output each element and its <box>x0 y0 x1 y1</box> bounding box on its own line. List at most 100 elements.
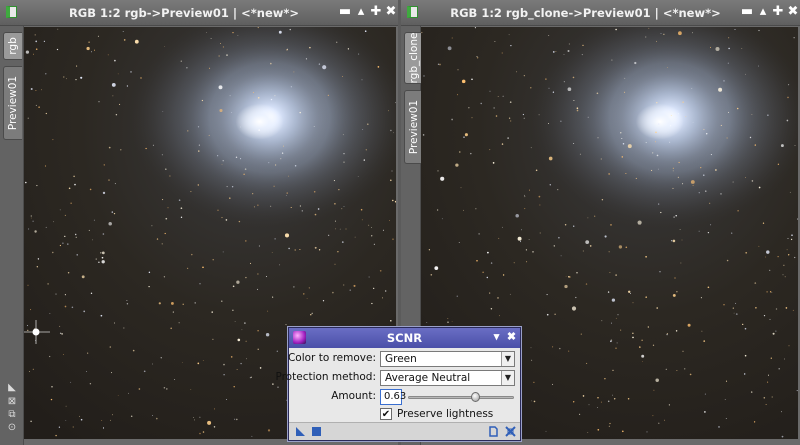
new-preview-icon[interactable]: ⧉ <box>6 409 18 421</box>
star <box>552 91 555 93</box>
amount-input[interactable]: 0.63 <box>380 389 406 405</box>
apply-global-icon[interactable] <box>311 426 322 437</box>
star <box>510 44 512 47</box>
star <box>143 370 146 373</box>
star <box>596 406 598 408</box>
color-to-remove-label: Color to remove: <box>287 352 376 364</box>
star <box>229 197 231 199</box>
star <box>88 41 90 44</box>
star <box>30 309 32 311</box>
star <box>102 191 106 195</box>
star <box>610 322 612 324</box>
chevron-down-icon[interactable]: ▼ <box>501 371 514 385</box>
protection-method-row: Protection method: Average Neutral ▼ <box>275 369 520 387</box>
star <box>676 291 678 293</box>
star <box>635 177 637 179</box>
maximize-icon[interactable]: ✚ <box>771 5 785 19</box>
minimize-icon[interactable]: ▬ <box>338 5 352 19</box>
star <box>275 164 277 166</box>
shade-icon[interactable]: ▴ <box>756 5 770 19</box>
star <box>161 243 163 245</box>
star <box>594 215 596 217</box>
star <box>749 136 752 139</box>
star <box>786 249 788 251</box>
star <box>652 344 655 346</box>
star <box>66 78 67 80</box>
dialog-titlebar[interactable]: SCNR ▾ ✖ <box>289 328 520 348</box>
star <box>734 28 736 31</box>
chevron-down-icon[interactable]: ▼ <box>501 352 514 366</box>
close-icon[interactable]: ✖ <box>505 331 518 344</box>
star <box>656 307 658 309</box>
maximize-icon[interactable]: ✚ <box>369 5 383 19</box>
browse-documentation-icon[interactable] <box>488 426 499 437</box>
amount-slider-handle[interactable] <box>470 392 480 402</box>
star <box>163 386 166 389</box>
star <box>328 234 330 236</box>
color-to-remove-select[interactable]: Green ▼ <box>380 351 515 367</box>
star <box>426 322 428 323</box>
star <box>726 137 728 139</box>
window-titlebar[interactable]: RGB 1:2 rgb->Preview01 | <*new*> ▬ ▴ ✚ ✖ <box>0 0 398 26</box>
star <box>25 50 30 54</box>
star <box>509 101 512 103</box>
star <box>767 374 770 376</box>
close-icon[interactable]: ✖ <box>786 5 800 19</box>
star <box>250 376 252 378</box>
amount-slider[interactable] <box>408 396 514 399</box>
star <box>553 245 555 247</box>
star <box>36 266 38 268</box>
star <box>621 430 624 433</box>
shade-icon[interactable]: ▴ <box>354 5 368 19</box>
pin-icon[interactable]: ◣ <box>6 382 18 394</box>
star <box>236 280 240 284</box>
protection-method-select[interactable]: Average Neutral ▼ <box>380 370 515 386</box>
star <box>581 54 583 56</box>
star <box>672 293 676 297</box>
star <box>788 254 790 256</box>
scnr-dialog[interactable]: SCNR ▾ ✖ Color to remove: Green ▼ Protec… <box>275 327 521 441</box>
star <box>174 379 176 380</box>
star <box>546 313 549 316</box>
settings-icon[interactable]: ⊙ <box>6 422 18 434</box>
star <box>285 324 287 326</box>
star <box>190 191 192 193</box>
star <box>382 229 384 231</box>
star <box>609 272 611 273</box>
star <box>93 219 95 221</box>
star <box>618 245 623 249</box>
minimize-icon[interactable]: ▬ <box>740 5 754 19</box>
star <box>53 221 55 223</box>
star <box>567 87 572 92</box>
tab-preview01[interactable]: Preview01 <box>3 66 22 140</box>
star <box>497 297 499 299</box>
close-preview-icon[interactable]: ⊠ <box>6 396 18 408</box>
star <box>90 292 93 294</box>
star <box>95 258 97 260</box>
star <box>725 380 728 382</box>
star <box>675 330 678 332</box>
dialog-footer <box>289 422 520 440</box>
star <box>758 186 761 189</box>
star <box>672 239 676 243</box>
reset-icon[interactable] <box>505 426 516 437</box>
star <box>737 210 739 212</box>
shade-icon[interactable]: ▾ <box>490 331 503 344</box>
star <box>180 216 183 218</box>
star <box>286 192 288 194</box>
preserve-lightness-checkbox[interactable]: ✔ <box>380 408 392 420</box>
star <box>763 315 766 317</box>
new-instance-icon[interactable] <box>295 426 306 437</box>
star <box>546 294 548 296</box>
star <box>700 166 702 169</box>
star <box>332 291 334 294</box>
tab-rgb[interactable]: rgb <box>3 32 22 60</box>
star <box>707 286 710 289</box>
star <box>343 284 345 286</box>
star <box>88 229 90 231</box>
star <box>659 271 661 273</box>
window-titlebar[interactable]: RGB 1:2 rgb_clone->Preview01 | <*new*> ▬… <box>401 0 800 26</box>
star <box>371 302 373 305</box>
star <box>552 383 554 385</box>
close-icon[interactable]: ✖ <box>384 5 398 19</box>
